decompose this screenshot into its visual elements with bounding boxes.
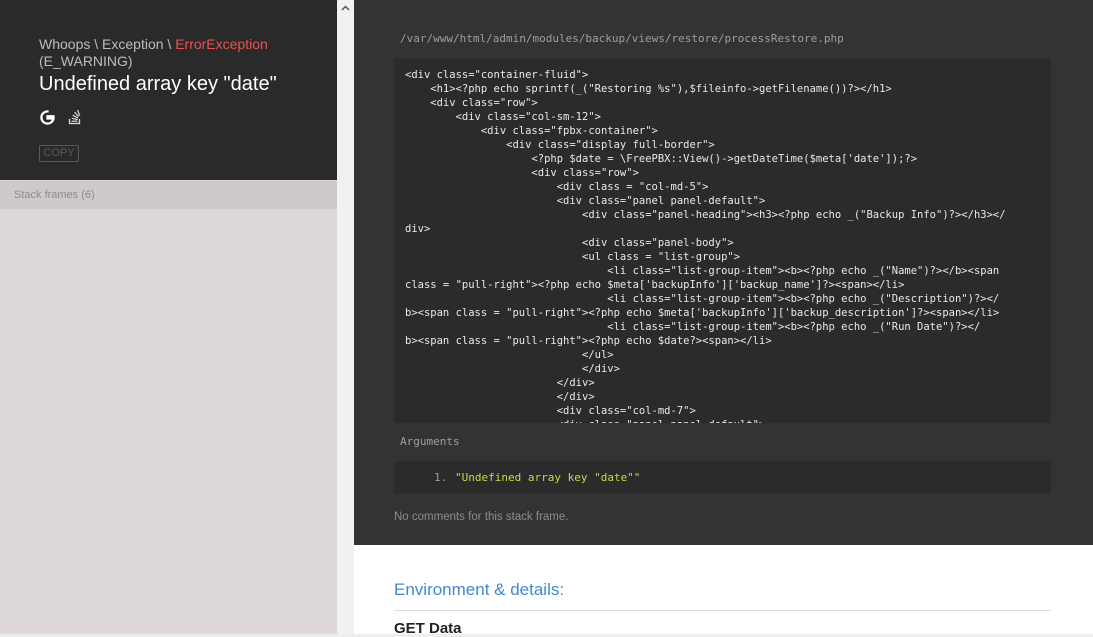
code-line: <h1><?php echo sprintf(_("Restoring %s")… [405, 83, 892, 95]
argument-index: 1. [434, 471, 448, 484]
code-line: <div class="panel panel-default"> [405, 418, 1006, 423]
stackoverflow-icon[interactable] [67, 109, 83, 125]
copy-button[interactable]: COPY [39, 145, 79, 162]
exception-class: ErrorException [175, 36, 268, 52]
code-line: <li class="list-group-item"><b><?php ech… [405, 265, 1000, 277]
exception-message: Undefined array key "date" [39, 73, 277, 95]
arguments-title: Arguments [400, 435, 460, 448]
no-comments-text: No comments for this stack frame. [394, 511, 569, 523]
stack-frames-label: Stack frames (6) [14, 189, 95, 201]
code-line: <li class="list-group-item"><b><?php ech… [405, 293, 1000, 305]
code-line: b><span class = "pull-right"><?php echo … [405, 307, 1000, 319]
frame-file-path[interactable]: /var/www/html/admin/modules/backup/views… [400, 32, 844, 45]
code-line: div> [405, 223, 431, 235]
code-line: <div class="row"> [405, 167, 639, 179]
scroll-up-arrow-icon[interactable] [337, 0, 354, 17]
argument-value: "Undefined array key "date"" [455, 471, 640, 484]
left-panel: Whoops \ Exception \ ErrorException (E_W… [0, 0, 337, 634]
exception-namespace: Whoops \ Exception \ [39, 36, 176, 52]
details-panel: /var/www/html/admin/modules/backup/views… [354, 0, 1093, 637]
code-line: </div> [405, 377, 595, 389]
code-line: b><span class = "pull-right"><?php echo … [405, 335, 772, 347]
exception-class-path: Whoops \ Exception \ ErrorException [39, 36, 268, 52]
code-line: <div class="col-md-7"> [405, 405, 696, 417]
code-line: <div class="panel-body"> [405, 237, 734, 249]
code-line: <?php $date = \FreePBX::View()->getDateT… [405, 153, 918, 165]
code-block: <div class="container-fluid"> <h1><?php … [394, 58, 1051, 423]
get-data-heading: GET Data [394, 620, 462, 637]
code-line: <div class="fpbx-container"> [405, 125, 658, 137]
arguments-box: 1. "Undefined array key "date"" [394, 461, 1051, 494]
code-line: </div> [405, 363, 620, 375]
code-line: <div class="panel panel-default"> [405, 195, 766, 207]
code-line: <ul class = "list-group"> [405, 251, 741, 263]
code-line: </div> [405, 391, 595, 403]
environment-divider [394, 610, 1051, 611]
search-links [39, 109, 83, 125]
frame-code-area: /var/www/html/admin/modules/backup/views… [354, 0, 1093, 545]
exception-header: Whoops \ Exception \ ErrorException (E_W… [0, 0, 337, 180]
code-listing: <div class="container-fluid"> <h1><?php … [405, 68, 1006, 423]
code-line: <div class="panel-heading"><h3><?php ech… [405, 209, 1006, 221]
argument-string: "Undefined array key "date"" [455, 471, 641, 484]
code-line: <div class="col-sm-12"> [405, 111, 601, 123]
exception-code: (E_WARNING) [39, 53, 133, 69]
code-line: <div class="container-fluid"> [405, 69, 589, 81]
code-line: <div class="display full-border"> [405, 139, 715, 151]
code-line: <div class="row"> [405, 97, 538, 109]
stack-frames-header: Stack frames (6) [0, 181, 337, 209]
environment-title: Environment & details: [394, 580, 565, 599]
scrollbar[interactable] [337, 0, 354, 634]
code-line: </ul> [405, 349, 614, 361]
code-line: <li class="list-group-item"><b><?php ech… [405, 321, 981, 333]
code-line: <div class = "col-md-5"> [405, 181, 709, 193]
google-icon[interactable] [39, 109, 55, 125]
code-line: class = "pull-right"><?php echo $meta['b… [405, 279, 905, 291]
